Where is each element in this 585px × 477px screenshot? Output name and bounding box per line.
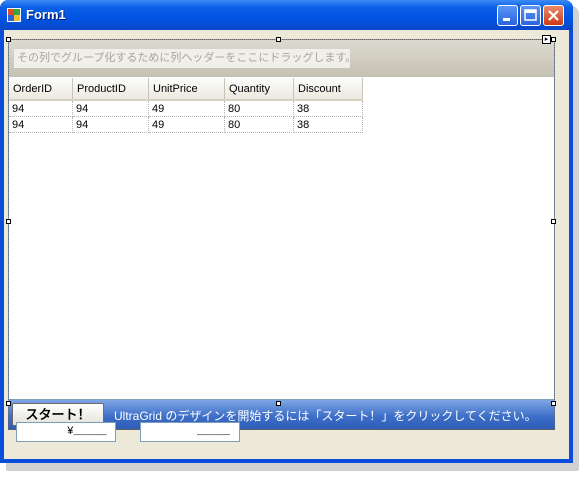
maximize-button[interactable] [520,5,541,26]
resize-handle[interactable] [276,37,281,42]
cell-productid[interactable]: 94 [72,100,149,117]
resize-handle[interactable] [551,37,556,42]
close-icon [548,10,559,21]
cell-unitprice[interactable]: 49 [148,116,225,133]
cell-orderid[interactable]: 94 [9,116,73,133]
form-window: Form1 その列でグループ化するために列ヘッダーをここにドラッグします。 Or… [0,0,573,463]
resize-handle[interactable] [551,401,556,406]
maximize-icon [524,9,537,21]
column-header-quantity[interactable]: Quantity [224,78,294,101]
title-bar[interactable]: Form1 [0,0,573,30]
cell-quantity[interactable]: 80 [224,116,294,133]
cell-unitprice[interactable]: 49 [148,100,225,117]
ultragrid[interactable]: その列でグループ化するために列ヘッダーをここにドラッグします。 OrderID … [8,39,555,400]
resize-handle[interactable] [6,219,11,224]
cell-productid[interactable]: 94 [72,116,149,133]
column-header-unitprice[interactable]: UnitPrice [148,78,225,101]
close-button[interactable] [543,5,564,26]
cell-discount[interactable]: 38 [293,100,363,117]
resize-handle[interactable] [276,401,281,406]
column-header-discount[interactable]: Discount [293,78,363,101]
resize-handle[interactable] [6,37,11,42]
table-row[interactable]: 94 94 49 80 38 [9,100,363,117]
currency-masked-input[interactable]: ¥_____ [16,422,116,442]
minimize-button[interactable] [497,5,518,26]
group-by-prompt: その列でグループ化するために列ヘッダーをここにドラッグします。 [14,49,350,68]
currency-mask-text: ¥_____ [67,426,107,438]
cell-quantity[interactable]: 80 [224,100,294,117]
window-title: Form1 [26,7,66,22]
cell-discount[interactable]: 38 [293,116,363,133]
mask-text: _____ [197,426,231,438]
masked-input[interactable]: _____ [140,422,240,442]
table-row[interactable]: 94 94 49 80 38 [9,116,363,133]
column-header-orderid[interactable]: OrderID [9,78,73,101]
form-client-area: その列でグループ化するために列ヘッダーをここにドラッグします。 OrderID … [4,30,569,459]
group-by-box[interactable]: その列でグループ化するために列ヘッダーをここにドラッグします。 [9,40,554,77]
grid-table: OrderID ProductID UnitPrice Quantity Dis… [9,78,363,133]
app-icon [7,8,21,22]
minimize-icon [503,18,510,21]
resize-handle[interactable] [6,401,11,406]
resize-handle[interactable] [551,219,556,224]
smart-tag-arrow-icon[interactable]: ▸ [542,35,551,44]
cell-orderid[interactable]: 94 [9,100,73,117]
column-header-productid[interactable]: ProductID [72,78,149,101]
